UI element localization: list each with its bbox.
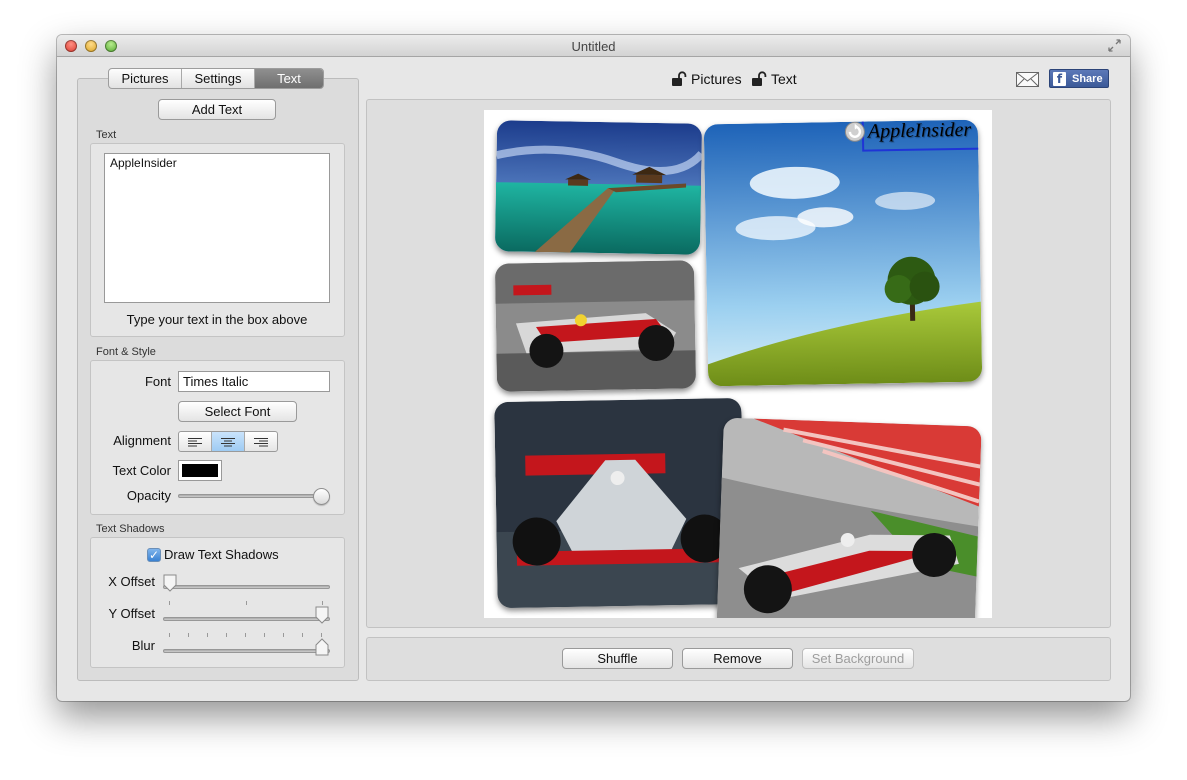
x-offset-ticks bbox=[169, 601, 329, 606]
facebook-share-button[interactable]: f Share bbox=[1049, 69, 1109, 88]
font-field[interactable]: Times Italic bbox=[178, 371, 330, 392]
opacity-label: Opacity bbox=[126, 488, 171, 503]
text-color-label: Text Color bbox=[112, 463, 171, 478]
select-font-button[interactable]: Select Font bbox=[178, 401, 297, 422]
align-left-icon bbox=[188, 437, 202, 446]
blur-slider-track[interactable] bbox=[163, 649, 330, 653]
opacity-slider-knob[interactable] bbox=[313, 488, 330, 505]
tab-text[interactable]: Text bbox=[255, 69, 323, 88]
set-background-button[interactable]: Set Background bbox=[802, 648, 914, 669]
draw-shadows-label: Draw Text Shadows bbox=[164, 547, 279, 562]
text-color-well[interactable] bbox=[178, 460, 222, 481]
text-input[interactable]: AppleInsider bbox=[104, 153, 330, 303]
remove-button[interactable]: Remove bbox=[682, 648, 793, 669]
title-bar: Untitled bbox=[57, 35, 1130, 57]
align-left-button[interactable] bbox=[179, 432, 212, 451]
blur-label: Blur bbox=[131, 638, 155, 653]
tab-pictures[interactable]: Pictures bbox=[109, 69, 182, 88]
collage-photo-f1-car-1[interactable] bbox=[494, 260, 697, 392]
draw-shadows-checkbox[interactable]: ✓ bbox=[147, 548, 161, 562]
text-lock-label: Text bbox=[771, 71, 797, 87]
y-offset-slider-track[interactable] bbox=[163, 617, 330, 621]
collage-photo-f1-car-3[interactable] bbox=[716, 417, 982, 618]
align-right-icon bbox=[254, 437, 268, 446]
overlay-text: AppleInsider bbox=[867, 119, 972, 143]
rotate-icon[interactable] bbox=[844, 121, 866, 142]
align-right-button[interactable] bbox=[245, 432, 277, 451]
blur-slider-knob[interactable] bbox=[315, 638, 329, 656]
x-offset-slider-knob[interactable] bbox=[163, 574, 177, 592]
text-group-label: Text bbox=[96, 129, 117, 141]
align-center-icon bbox=[221, 437, 235, 446]
collage-photo-f1-car-2[interactable] bbox=[494, 397, 745, 609]
pictures-lock-toggle[interactable]: Pictures bbox=[671, 71, 742, 87]
blur-ticks bbox=[169, 633, 329, 638]
text-hint: Type your text in the box above bbox=[126, 312, 308, 327]
collage-canvas[interactable]: AppleInsider bbox=[484, 110, 992, 618]
tab-bar: Pictures Settings Text bbox=[108, 68, 324, 89]
opacity-slider-track[interactable] bbox=[178, 494, 330, 498]
y-offset-label: Y Offset bbox=[108, 606, 156, 621]
shuffle-button[interactable]: Shuffle bbox=[562, 648, 673, 669]
x-offset-slider-track[interactable] bbox=[163, 585, 330, 589]
window-title: Untitled bbox=[571, 39, 616, 54]
add-text-button[interactable]: Add Text bbox=[158, 99, 276, 120]
unlock-icon bbox=[752, 71, 767, 86]
collage-photo-tree-hill[interactable]: AppleInsider bbox=[703, 119, 983, 387]
alignment-control bbox=[178, 431, 278, 452]
font-group-label: Font & Style bbox=[96, 346, 156, 358]
text-overlay-box[interactable]: AppleInsider bbox=[844, 119, 983, 152]
alignment-label: Alignment bbox=[113, 433, 171, 448]
shadows-group-label: Text Shadows bbox=[96, 523, 165, 535]
app-window: Untitled Pictures Settings Text Add Text… bbox=[57, 35, 1130, 701]
facebook-icon: f bbox=[1053, 72, 1066, 86]
collage-photo-boardwalk[interactable] bbox=[494, 120, 703, 255]
font-label: Font bbox=[144, 374, 171, 389]
fullscreen-icon[interactable] bbox=[1108, 39, 1121, 52]
align-center-button[interactable] bbox=[212, 432, 245, 451]
mail-icon[interactable] bbox=[1016, 72, 1039, 87]
text-lock-toggle[interactable]: Text bbox=[751, 71, 797, 87]
y-offset-slider-knob[interactable] bbox=[315, 606, 329, 624]
pictures-lock-label: Pictures bbox=[691, 71, 742, 87]
x-offset-label: X Offset bbox=[108, 574, 155, 589]
tab-settings[interactable]: Settings bbox=[182, 69, 255, 88]
unlock-icon bbox=[672, 71, 687, 86]
text-color-swatch bbox=[182, 464, 218, 477]
share-label: Share bbox=[1072, 73, 1103, 85]
